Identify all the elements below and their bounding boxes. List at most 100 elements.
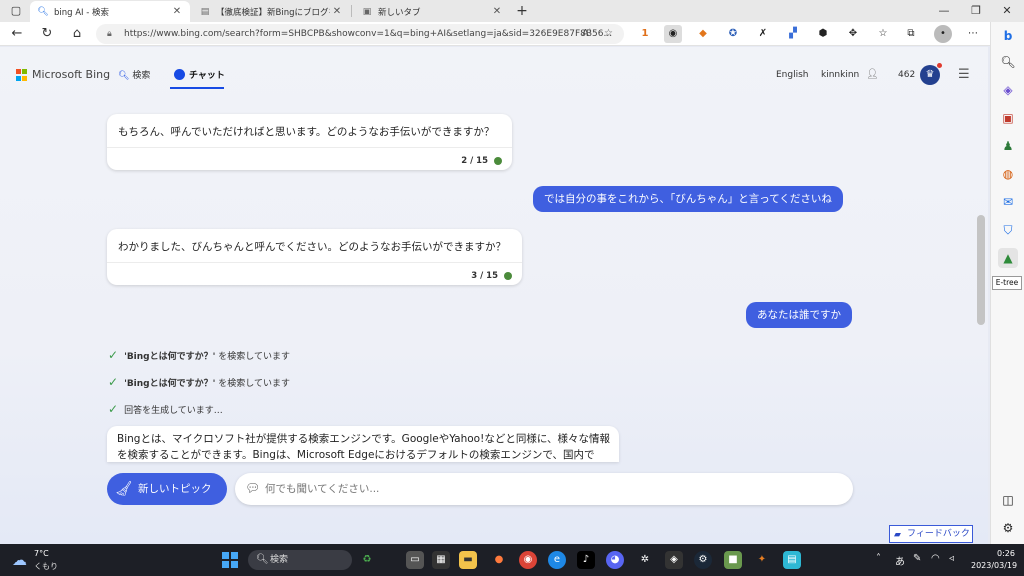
read-aloud-icon[interactable]: A⁾ (582, 28, 591, 39)
task-view-icon[interactable]: ▭ (406, 551, 424, 569)
bing-icon[interactable]: b (998, 26, 1018, 46)
new-topic-button[interactable]: 🧹︎ 新しいトピック (107, 473, 227, 505)
chatgpt-icon[interactable]: ✲ (636, 551, 654, 569)
split-screen-icon[interactable]: ◫ (998, 490, 1018, 510)
settings-icon[interactable]: ⚙ (998, 518, 1018, 538)
app-icon[interactable]: ✦ (753, 551, 771, 569)
rewards-points[interactable]: 462 (898, 70, 915, 80)
user-name[interactable]: kinnkinn (821, 70, 859, 80)
favorite-star-icon[interactable]: ☆ (604, 28, 613, 39)
lock-icon: 🔒︎ (107, 29, 112, 39)
minecraft-icon[interactable]: ■ (724, 551, 742, 569)
extensions-puzzle-icon[interactable]: ✥ (844, 25, 862, 43)
extension-icon[interactable]: ✗ (754, 25, 772, 43)
metamask-icon[interactable]: ◆ (694, 25, 712, 43)
user-message: では自分の事をこれから、「びんちゃん」と言ってくださいね (533, 186, 843, 212)
status-text: を検索しています (215, 352, 290, 362)
weather-temperature[interactable]: 7°C (34, 549, 49, 558)
close-icon[interactable]: ✕ (170, 6, 184, 17)
office-icon[interactable]: ◍ (998, 164, 1018, 184)
translate-icon[interactable]: ▞ (784, 25, 802, 43)
cloud-icon[interactable]: ☁ (12, 551, 27, 569)
extension-icon[interactable]: ✪ (724, 25, 742, 43)
restore-icon[interactable]: ❐ (962, 2, 990, 20)
nav-search[interactable]: 🔍︎ 検索 (118, 68, 150, 81)
start-button[interactable] (222, 552, 238, 568)
notepad-icon[interactable]: ▤ (783, 551, 801, 569)
tiktok-icon[interactable]: ♪ (577, 551, 595, 569)
hamburger-menu-icon[interactable]: ☰ (958, 67, 970, 82)
bing-search-icon: 🔍︎ (37, 6, 49, 17)
favorites-icon[interactable]: ☆ (874, 25, 892, 43)
url-text: https://www.bing.com/search?form=SHBCPB&… (124, 29, 613, 39)
profile-avatar[interactable]: • (934, 25, 952, 43)
chrome-icon[interactable]: ◉ (519, 551, 537, 569)
chat-input-box[interactable]: 💬︎ (235, 473, 853, 505)
ime-indicator[interactable]: あ (895, 553, 905, 568)
tab-bing-ai[interactable]: 🔍︎ bing AI - 検索 ✕ (30, 1, 190, 22)
brand-name[interactable]: Microsoft Bing (32, 68, 110, 81)
tab-blog[interactable]: ▤ 【徹底検証】新Bingにブログを書かせ ✕ (192, 1, 350, 22)
rewards-icon[interactable]: ♛ (920, 65, 940, 85)
home-icon[interactable]: ⌂ (66, 24, 88, 44)
feedback-button[interactable]: ▰ フィードバック (889, 525, 973, 543)
search-icon[interactable]: 🔍︎ (998, 52, 1018, 72)
davinci-icon[interactable]: ◈ (665, 551, 683, 569)
store-icon[interactable]: ▦ (432, 551, 450, 569)
check-icon: ✓ (108, 402, 119, 416)
taskbar-search[interactable]: 🔍︎ 検索 (248, 550, 352, 570)
tag-icon[interactable]: ◈ (998, 80, 1018, 100)
discord-icon[interactable]: ◕ (606, 551, 624, 569)
language-link[interactable]: English (776, 70, 809, 80)
chat-input[interactable] (265, 479, 835, 499)
e-tree-icon[interactable]: ▲ (998, 248, 1018, 268)
status-text: 回答を生成しています… (124, 406, 223, 416)
back-icon[interactable]: ← (6, 24, 28, 44)
extension-icon[interactable]: ⬢ (814, 25, 832, 43)
steam-icon[interactable]: ⚙ (694, 551, 712, 569)
search-status: ✓ 'Bingとは何ですか？' を検索しています (108, 375, 290, 389)
clock-date[interactable]: 2023/03/19 (971, 561, 1017, 570)
shopping-icon[interactable]: ⛉ (998, 220, 1018, 240)
close-window-icon[interactable]: ✕ (993, 2, 1021, 20)
edge-icon[interactable]: e (548, 551, 566, 569)
message-text: わかりました、びんちゃんと呼んでください。どのようなお手伝いができますか？ (118, 241, 506, 253)
pen-icon[interactable]: ✎ (913, 553, 921, 564)
firefox-icon[interactable]: ● (490, 551, 508, 569)
page-scrollbar[interactable] (975, 47, 987, 544)
divider (107, 147, 512, 148)
user-icon[interactable]: 👤︎ (866, 69, 879, 80)
address-bar[interactable]: 🔒︎ https://www.bing.com/search?form=SHBC… (96, 24, 624, 44)
close-icon[interactable]: ✕ (490, 6, 504, 17)
e-tree-tooltip: E-tree (992, 276, 1022, 290)
new-tab-button[interactable]: + (508, 2, 536, 20)
briefcase-icon[interactable]: ▣ (998, 108, 1018, 128)
file-explorer-icon[interactable]: ▬ (459, 551, 477, 569)
scroll-thumb[interactable] (977, 215, 985, 325)
outlook-icon[interactable]: ✉ (998, 192, 1018, 212)
status-text: を検索しています (215, 379, 290, 389)
clock-time[interactable]: 0:26 (997, 549, 1015, 558)
nav-chat[interactable]: チャット (174, 68, 225, 81)
chat-icon (174, 69, 185, 80)
more-options-icon[interactable]: ⋯ (964, 25, 982, 43)
tab-strip: ▢ 🔍︎ bing AI - 検索 ✕ ▤ 【徹底検証】新Bingにブログを書か… (0, 0, 1024, 22)
search-status: ✓ 'Bingとは何ですか？' を検索しています (108, 348, 290, 362)
games-icon[interactable]: ♟ (998, 136, 1018, 156)
weather-description[interactable]: くもり (34, 561, 58, 572)
minimize-icon[interactable]: — (930, 2, 958, 20)
extension-icon[interactable]: ◉ (664, 25, 682, 43)
wifi-icon[interactable]: ◠ (931, 553, 940, 564)
tab-new-tab[interactable]: ▣ 新しいタブ ✕ (354, 1, 510, 22)
volume-icon[interactable]: ◃ (949, 553, 954, 564)
extension-badge[interactable]: 1 (636, 25, 654, 43)
chevron-up-icon[interactable]: ˄ (876, 553, 881, 564)
tab-actions-icon[interactable]: ▢ (2, 2, 30, 20)
collections-icon[interactable]: ⧉ (902, 25, 920, 43)
feedback-icon: ▰ (894, 530, 901, 540)
recycle-icon[interactable]: ♻ (358, 551, 376, 569)
message-text: もちろん、呼んでいただければと思います。どのようなお手伝いができますか？ (118, 126, 495, 138)
close-icon[interactable]: ✕ (330, 6, 344, 17)
bot-message: もちろん、呼んでいただければと思います。どのようなお手伝いができますか？ 2 /… (107, 114, 512, 170)
refresh-icon[interactable]: ↻ (36, 24, 58, 44)
